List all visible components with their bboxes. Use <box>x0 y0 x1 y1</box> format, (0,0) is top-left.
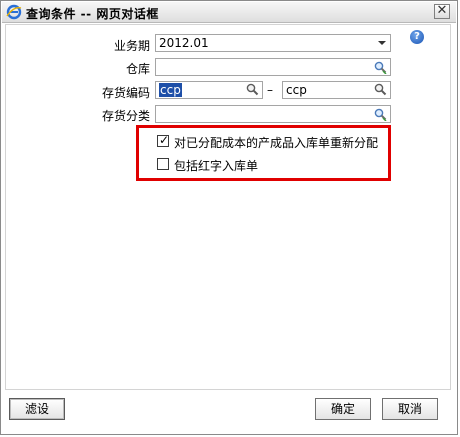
code-from-value: ccp <box>159 83 182 97</box>
search-icon[interactable] <box>246 83 259 96</box>
code-to-input[interactable]: ccp <box>282 81 391 99</box>
window-title: 查询条件 -- 网页对话框 <box>26 7 159 21</box>
warehouse-label: 仓库 <box>125 62 150 76</box>
cancel-button[interactable]: 取消 <box>382 398 438 420</box>
category-label: 存货分类 <box>101 109 150 123</box>
filter-settings-button[interactable]: 滤设 <box>9 398 65 420</box>
ok-button[interactable]: 确定 <box>315 398 371 420</box>
reallocate-checkbox[interactable]: ✓ <box>157 133 170 147</box>
code-from-input[interactable]: ccp <box>155 81 263 99</box>
chevron-down-icon[interactable] <box>378 41 386 45</box>
title-bar[interactable]: 查询条件 -- 网页对话框 ✕ <box>2 2 456 23</box>
period-select[interactable]: 2012.01 <box>155 34 391 52</box>
lookup-icon[interactable] <box>374 61 387 74</box>
reallocate-label[interactable]: 对已分配成本的产成品入库单重新分配 <box>174 134 378 151</box>
content-panel <box>5 24 451 390</box>
include-red-checkbox[interactable] <box>157 158 169 170</box>
code-label: 存货编码 <box>101 86 150 100</box>
reallocate-option[interactable]: ✓ 对已分配成本的产成品入库单重新分配 <box>157 133 382 151</box>
include-red-label[interactable]: 包括红字入库单 <box>174 157 258 174</box>
help-icon[interactable]: ? <box>410 30 424 44</box>
ie-icon <box>6 4 22 20</box>
period-value: 2012.01 <box>159 36 209 50</box>
warehouse-input[interactable] <box>155 58 391 76</box>
search-icon[interactable] <box>374 83 387 96</box>
close-button[interactable]: ✕ <box>434 4 450 19</box>
range-separator: – <box>267 83 273 97</box>
category-input[interactable] <box>155 105 391 123</box>
lookup-icon[interactable] <box>374 108 387 121</box>
check-icon: ✓ <box>159 133 170 147</box>
include-red-option[interactable]: 包括红字入库单 <box>157 157 277 173</box>
code-to-value: ccp <box>286 83 307 97</box>
period-label: 业务期 <box>113 39 150 53</box>
